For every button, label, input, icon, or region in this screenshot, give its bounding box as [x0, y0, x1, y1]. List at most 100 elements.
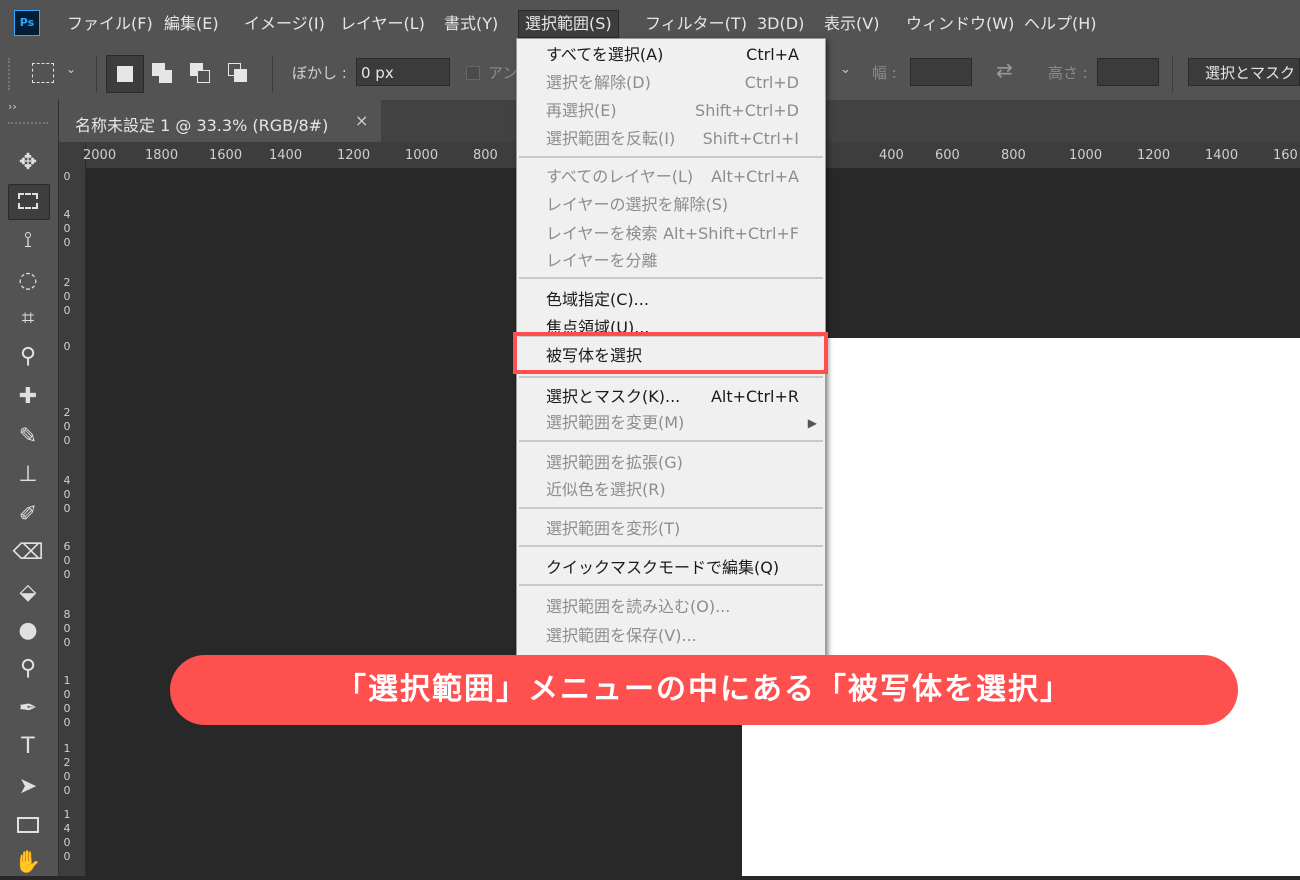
ruler-tick-label: 1: [63, 808, 71, 821]
ruler-tick-label: 0: [63, 850, 71, 863]
ruler-tick-label: 400: [879, 148, 904, 163]
vertical-ruler: 04002000200400600800100012001400: [59, 168, 86, 876]
menu-item-reselect[interactable]: 再選択(E) Shift+Ctrl+D: [517, 97, 825, 125]
chevron-down-icon[interactable]: ⌄: [66, 62, 76, 76]
ruler-tick-label: 1000: [405, 148, 439, 163]
ruler-tick-label: 1: [63, 674, 71, 687]
menu-item-grow[interactable]: 選択範囲を拡張(G): [517, 449, 825, 477]
height-label: 高さ :: [1048, 64, 1088, 82]
new-selection-icon: [117, 66, 133, 82]
history-brush-tool-icon[interactable]: ✐: [8, 498, 48, 532]
dodge-tool-icon[interactable]: ⚲: [8, 652, 48, 686]
menu-item-inverse[interactable]: 選択範囲を反転(I) Shift+Ctrl+I: [517, 125, 825, 153]
feather-input[interactable]: 0 px: [356, 58, 450, 86]
menu-layer[interactable]: レイヤー(L): [340, 0, 425, 48]
subtract-selection-icon[interactable]: [190, 63, 212, 85]
ruler-tick-label: 2: [63, 406, 71, 419]
menu-item-isolate-layers[interactable]: レイヤーを分離: [517, 247, 825, 275]
document-tab[interactable]: 名称未設定 1 @ 33.3% (RGB/8#) ×: [59, 100, 381, 142]
new-selection-button[interactable]: [106, 55, 144, 93]
select-and-mask-button[interactable]: 選択とマスク: [1188, 58, 1300, 86]
add-selection-icon[interactable]: [152, 63, 174, 85]
eyedropper-tool-icon[interactable]: ⚲: [8, 340, 48, 374]
blur-tool-icon[interactable]: ●: [8, 614, 48, 648]
menu-help[interactable]: ヘルプ(H): [1024, 0, 1097, 48]
ruler-tick-label: 0: [63, 434, 71, 447]
ruler-tick-label: 0: [63, 770, 71, 783]
ruler-tick-label: 1000: [1069, 148, 1103, 163]
swap-icon[interactable]: ⇄: [996, 58, 1013, 82]
ruler-tick-label: 0: [63, 636, 71, 649]
menu-select[interactable]: 選択範囲(S): [518, 10, 619, 38]
callout-banner: 「選択範囲」メニューの中にある「被写体を選択」: [170, 655, 1238, 725]
menu-item-similar[interactable]: 近似色を選択(R): [517, 476, 825, 504]
width-input[interactable]: [910, 58, 972, 86]
menu-image[interactable]: イメージ(I): [244, 0, 325, 48]
ruler-tick-label: 0: [63, 170, 71, 183]
type-tool-icon[interactable]: T: [8, 730, 48, 764]
ruler-tick-label: 8: [63, 608, 71, 621]
intersect-selection-icon[interactable]: [228, 63, 250, 85]
menu-item-label: レイヤーを分離: [546, 251, 658, 270]
menu-edit[interactable]: 編集(E): [164, 0, 219, 48]
menu-item-select-and-mask[interactable]: 選択とマスク(K)... Alt+Ctrl+R: [517, 383, 825, 411]
menu-item-load-selection[interactable]: 選択範囲を読み込む(O)...: [517, 593, 825, 621]
crop-tool-icon[interactable]: ⌗: [8, 302, 48, 336]
hand-tool-icon[interactable]: ✋: [8, 846, 48, 880]
menu-item-label: 選択とマスク(K)...: [546, 387, 681, 406]
marquee-preset-icon[interactable]: [32, 63, 54, 83]
stamp-tool-icon[interactable]: ⊥: [8, 458, 48, 492]
document-tab-title: 名称未設定 1 @ 33.3% (RGB/8#): [75, 116, 329, 135]
healing-brush-tool-icon[interactable]: ✚: [8, 380, 48, 414]
feather-label: ぼかし :: [292, 64, 347, 82]
move-tool-icon[interactable]: ✥: [8, 146, 48, 180]
path-select-tool-icon[interactable]: ➤: [8, 770, 48, 804]
grip-handle[interactable]: [8, 58, 14, 90]
menu-item-save-selection[interactable]: 選択範囲を保存(V)...: [517, 622, 825, 650]
eraser-tool-icon[interactable]: ⌫: [8, 536, 48, 570]
ruler-tick-label: 2000: [83, 148, 117, 163]
chevron-down-icon[interactable]: ⌄: [840, 62, 851, 77]
height-input[interactable]: [1097, 58, 1159, 86]
ruler-tick-label: 4: [63, 474, 71, 487]
grip-handle[interactable]: [8, 122, 48, 128]
brush-tool-icon[interactable]: ✎: [8, 420, 48, 454]
menu-item-all-layers[interactable]: すべてのレイヤー(L) Alt+Ctrl+A: [517, 163, 825, 191]
menu-type[interactable]: 書式(Y): [444, 0, 498, 48]
ruler-tick-label: 4: [63, 208, 71, 221]
lasso-tool-icon[interactable]: ⟟: [8, 224, 48, 258]
menu-item-modify[interactable]: 選択範囲を変更(M) ▶: [517, 409, 825, 437]
menu-item-select-all[interactable]: すべてを選択(A) Ctrl+A: [517, 41, 825, 69]
collapse-icon[interactable]: ››: [8, 100, 17, 113]
menu-item-label: 色域指定(C)...: [546, 290, 649, 309]
menu-item-transform-selection[interactable]: 選択範囲を変形(T): [517, 515, 825, 543]
menu-view[interactable]: 表示(V): [824, 0, 879, 48]
ruler-origin[interactable]: [59, 142, 86, 168]
highlight-box: [513, 332, 828, 374]
close-icon[interactable]: ×: [355, 111, 368, 130]
menu-file[interactable]: ファイル(F): [67, 0, 153, 48]
menu-item-label: 選択を解除(D): [546, 73, 651, 92]
menu-item-shortcut: Alt+Shift+Ctrl+F: [663, 224, 799, 243]
menu-item-deselect[interactable]: 選択を解除(D) Ctrl+D: [517, 69, 825, 97]
menu-window[interactable]: ウィンドウ(W): [906, 0, 1014, 48]
menu-item-label: 選択範囲を読み込む(O)...: [546, 597, 731, 616]
menu-item-color-range[interactable]: 色域指定(C)...: [517, 286, 825, 314]
rect-marquee-tool-icon[interactable]: [8, 184, 50, 220]
quick-select-tool-icon[interactable]: ◌: [8, 264, 48, 298]
width-label: 幅 :: [872, 64, 897, 82]
menu-separator: [519, 376, 823, 378]
menu-item-find-layers[interactable]: レイヤーを検索 Alt+Shift+Ctrl+F: [517, 220, 825, 248]
antialias-checkbox[interactable]: [466, 66, 480, 80]
menu-separator: [519, 545, 823, 547]
pen-tool-icon[interactable]: ✒: [8, 692, 48, 726]
menu-item-deselect-layers[interactable]: レイヤーの選択を解除(S): [517, 191, 825, 219]
ruler-tick-label: 1800: [145, 148, 179, 163]
paint-bucket-tool-icon[interactable]: ⬙: [8, 576, 48, 610]
ruler-tick-label: 600: [935, 148, 960, 163]
ruler-tick-label: 4: [63, 822, 71, 835]
rectangle-tool-icon[interactable]: [8, 808, 48, 842]
ruler-tick-label: 1200: [337, 148, 371, 163]
menu-item-quick-mask[interactable]: クイックマスクモードで編集(Q): [517, 554, 825, 582]
divider: [96, 56, 97, 92]
